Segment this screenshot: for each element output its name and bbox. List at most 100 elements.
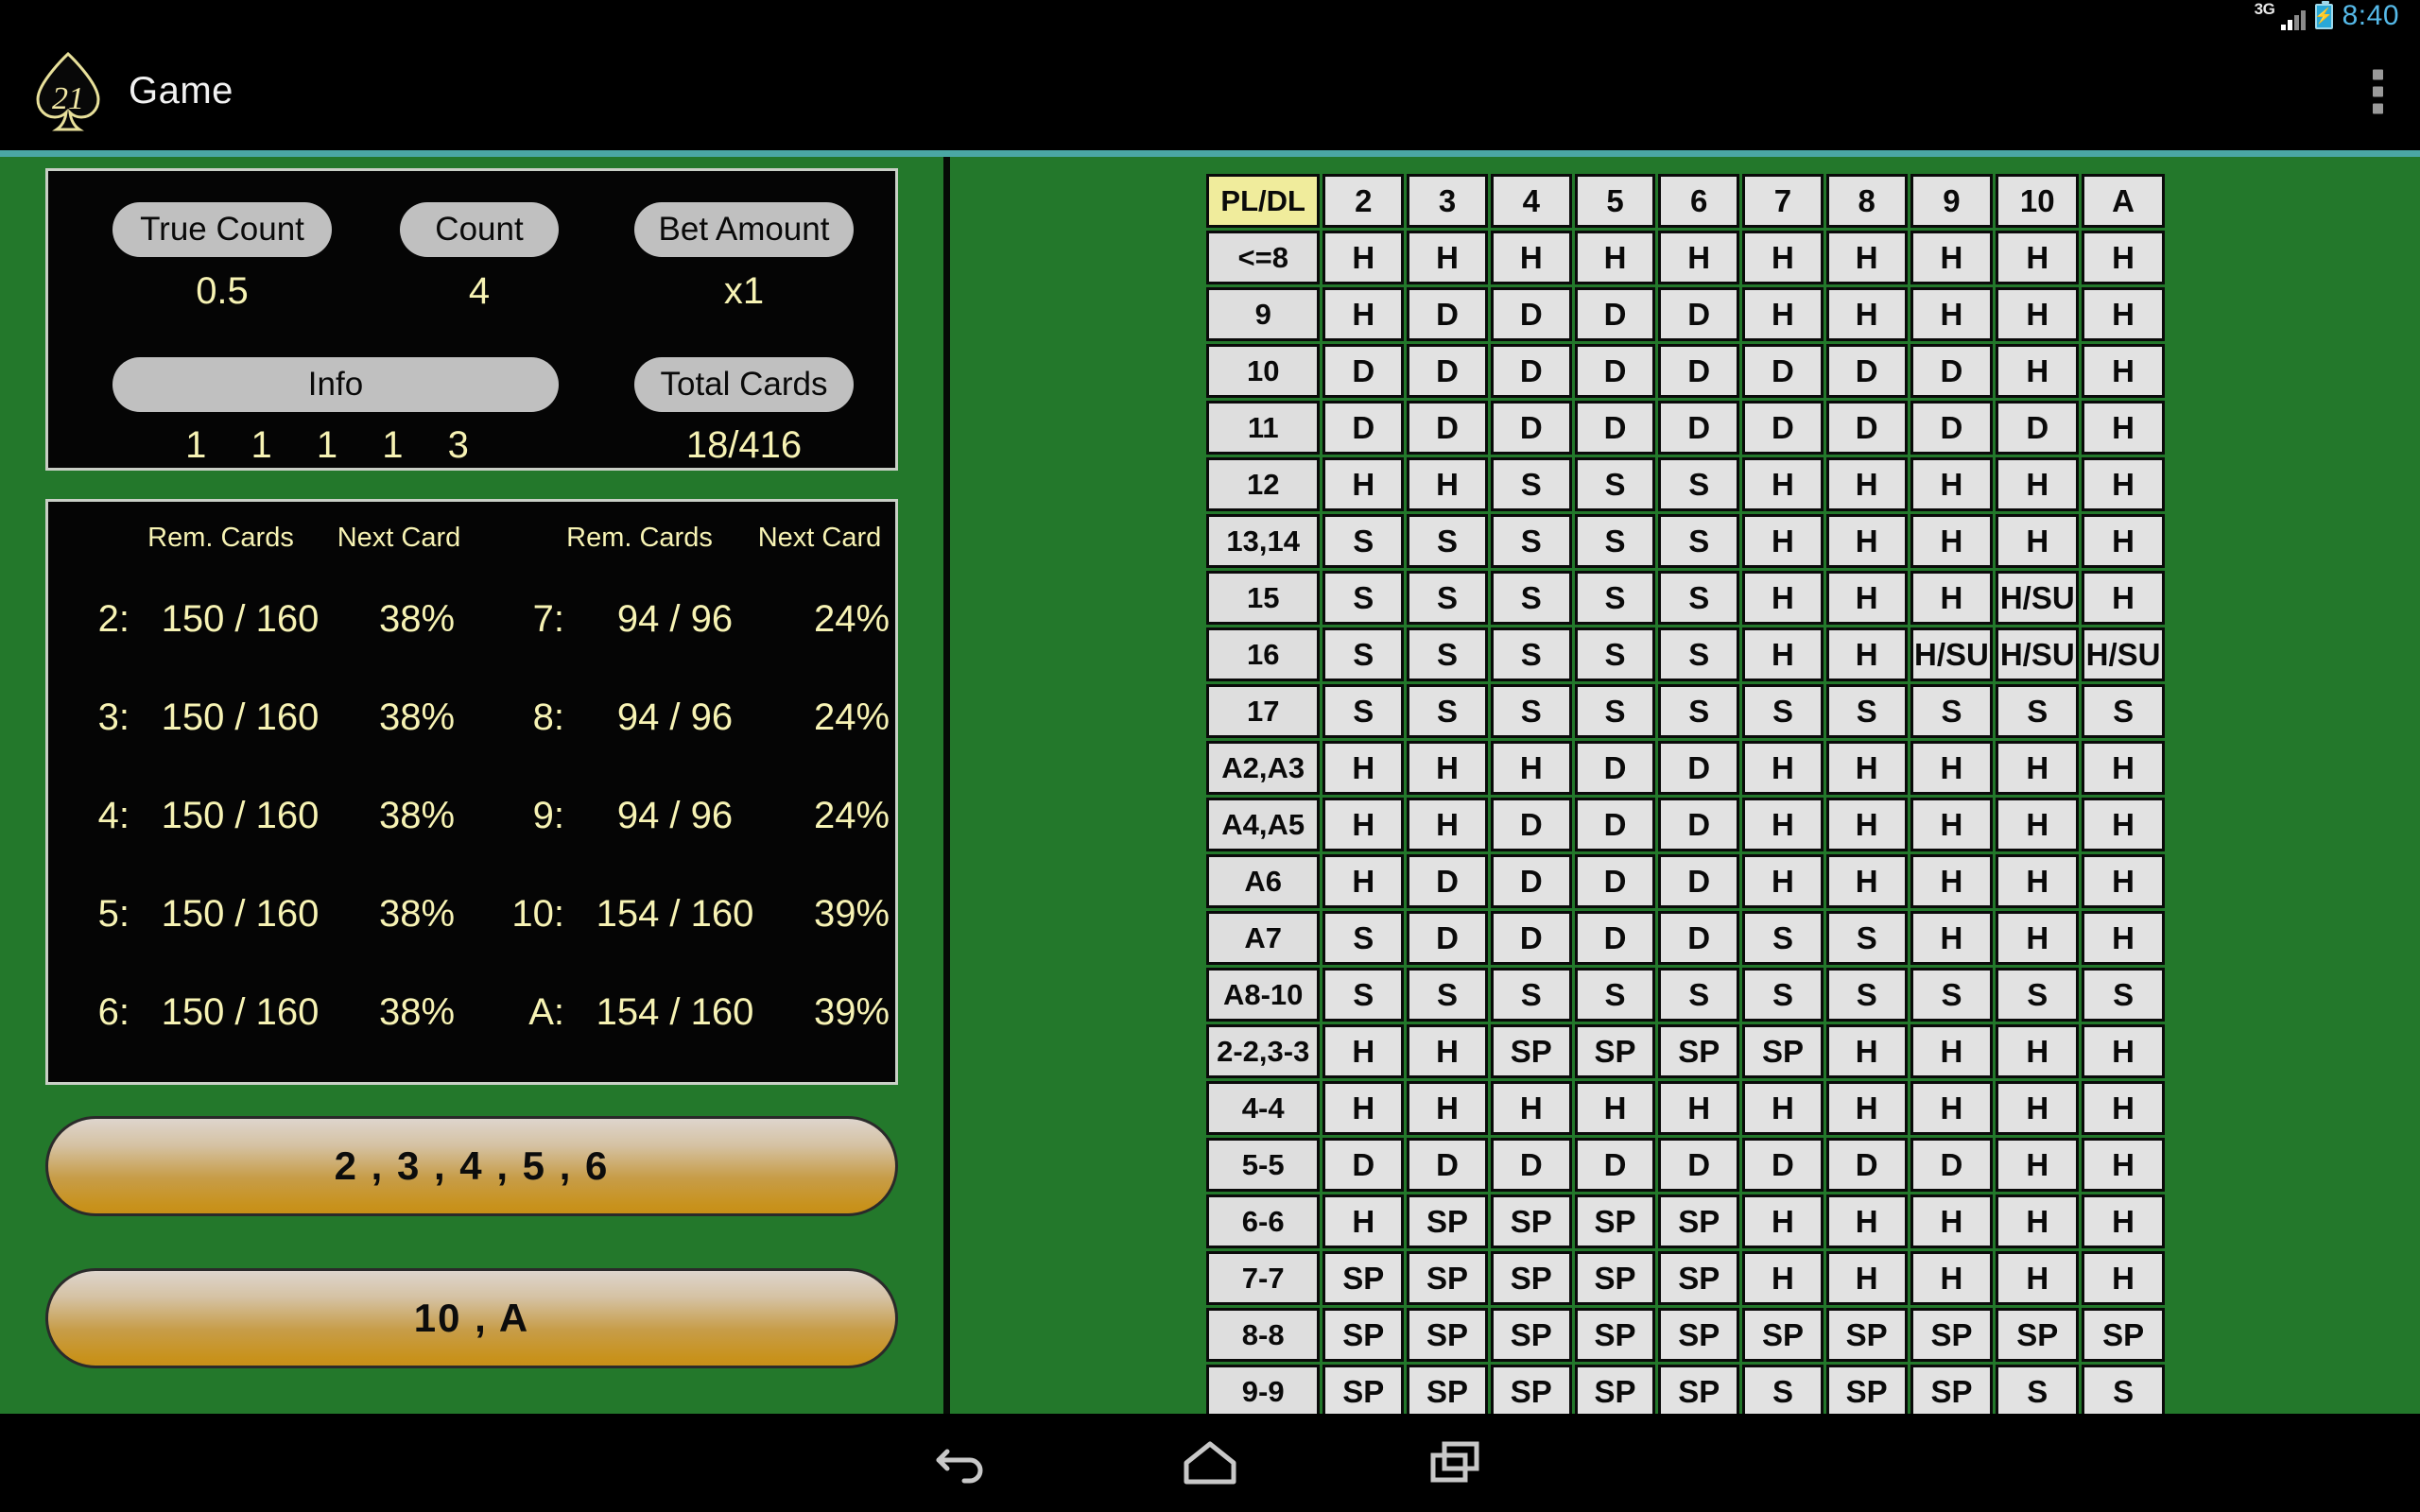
chart-cell: H	[1996, 1194, 2080, 1248]
overflow-menu-icon[interactable]	[2373, 69, 2384, 113]
card-count-row: 5: 150 / 160 38%	[48, 865, 483, 963]
chart-row: 8-8 SP SP SP SP SP SP SP SP SP SP	[1206, 1308, 2165, 1362]
chart-cell: D	[1490, 1138, 1572, 1192]
chart-cell: D	[1574, 401, 1656, 455]
chart-column-header: 9	[1910, 174, 1994, 228]
chart-cell: S	[1996, 968, 2080, 1022]
strategy-chart-container[interactable]: PL/DL 2 3 4 5 6 7 8 9 10 A <=8 H H H H H H H H H H 9 H D D D D H H H H H…	[1203, 171, 2168, 1414]
bet-amount-button[interactable]: Bet Amount	[634, 202, 854, 257]
chart-row: 12 H H S S S H H H H H	[1206, 457, 2165, 511]
chart-cell: S	[1322, 911, 1405, 965]
chart-cell: H	[1742, 457, 1824, 511]
back-arrow-icon[interactable]	[841, 1414, 1087, 1512]
total-cards-button[interactable]: Total Cards	[634, 357, 854, 412]
chart-cell: H	[2082, 798, 2165, 851]
chart-corner-label: PL/DL	[1206, 174, 1321, 228]
chart-cell: D	[1658, 911, 1740, 965]
card-remaining-value: 150 / 160	[161, 892, 320, 935]
true-count-button[interactable]: True Count	[112, 202, 332, 257]
chart-row-header: 9-9	[1206, 1365, 1321, 1414]
chart-cell: H	[1996, 1081, 2080, 1135]
chart-cell: SP	[1322, 1251, 1405, 1305]
chart-cell: D	[1910, 401, 1994, 455]
android-navigation-bar	[0, 1414, 2420, 1512]
chart-cell: SP	[2082, 1308, 2165, 1362]
chart-cell: H	[1407, 1081, 1488, 1135]
chart-row: 4-4 H H H H H H H H H H	[1206, 1081, 2165, 1135]
chart-row: 11 D D D D D D D D D H	[1206, 401, 2165, 455]
recent-apps-icon[interactable]	[1333, 1414, 1579, 1512]
chart-cell: S	[1742, 968, 1824, 1022]
chart-cell: D	[1407, 401, 1488, 455]
count-value: 4	[468, 270, 491, 312]
card-remaining-value: 94 / 96	[616, 597, 734, 640]
chart-cell: SP	[1407, 1365, 1488, 1414]
chart-cell: H	[2082, 911, 2165, 965]
chart-cell: SP	[1574, 1308, 1656, 1362]
strategy-chart-table: PL/DL 2 3 4 5 6 7 8 9 10 A <=8 H H H H H H H H H H 9 H D D D D H H H H H…	[1203, 171, 2168, 1414]
chart-cell: S	[1910, 968, 1994, 1022]
remaining-cards-panel: Rem. Cards Next Card Rem. Cards Next Car…	[45, 499, 898, 1085]
chart-cell: H	[1996, 798, 2080, 851]
chart-row-header: 10	[1206, 344, 1321, 398]
left-panel: True Count Count Bet Amount 0.5 4 x1 Inf…	[0, 157, 943, 1414]
chart-cell: H	[1825, 231, 1908, 284]
chart-cell: H	[2082, 1251, 2165, 1305]
chart-cell: H	[1910, 1081, 1994, 1135]
card-next-percent: 39%	[813, 990, 890, 1033]
card-count-row: 3: 150 / 160 38%	[48, 668, 483, 766]
chart-cell: H	[2082, 1024, 2165, 1078]
chart-cell: SP	[1490, 1308, 1572, 1362]
chart-cell: H	[1825, 627, 1908, 681]
home-icon[interactable]	[1087, 1414, 1333, 1512]
card-group-button-high[interactable]: 10 , A	[45, 1268, 898, 1368]
chart-row: 16 S S S S S H H H/SU H/SU H/SU	[1206, 627, 2165, 681]
card-rank-label: A:	[528, 990, 564, 1033]
count-button[interactable]: Count	[400, 202, 559, 257]
chart-cell: SP	[1742, 1024, 1824, 1078]
chart-cell: H	[1825, 287, 1908, 341]
card-rank-label: 5:	[97, 892, 130, 935]
chart-cell: D	[1490, 401, 1572, 455]
chart-cell: H	[1910, 231, 1994, 284]
chart-cell: D	[1407, 287, 1488, 341]
chart-cell: D	[1574, 911, 1656, 965]
chart-row: 13,14 S S S S S H H H H H	[1206, 514, 2165, 568]
chart-cell: S	[1490, 514, 1572, 568]
chart-cell: S	[1658, 571, 1740, 625]
signal-strength-icon	[2280, 10, 2306, 30]
chart-cell: S	[1490, 684, 1572, 738]
chart-cell: H	[1825, 741, 1908, 795]
chart-row: 9HDDDDHHHHH	[1206, 287, 2165, 341]
chart-cell: H	[1742, 231, 1824, 284]
chart-row-header: 12	[1206, 457, 1321, 511]
info-button[interactable]: Info	[112, 357, 559, 412]
card-rank-label: 2:	[97, 597, 130, 640]
card-remaining-value: 150 / 160	[161, 597, 320, 640]
chart-cell: S	[1742, 684, 1824, 738]
action-bar: 21 Game	[0, 32, 2420, 150]
chart-row: 2-2,3-3 H H SP SP SP SP H H H H	[1206, 1024, 2165, 1078]
spade-21-logo-icon[interactable]: 21	[25, 48, 112, 135]
chart-cell: H	[1910, 571, 1994, 625]
chart-cell: SP	[1574, 1194, 1656, 1248]
chart-cell: SP	[1825, 1308, 1908, 1362]
chart-cell: D	[1910, 1138, 1994, 1192]
chart-cell: H	[1910, 457, 1994, 511]
chart-cell: S	[1658, 968, 1740, 1022]
chart-cell: H	[1322, 287, 1405, 341]
next-card-header-right: Next Card	[757, 523, 882, 553]
chart-cell: H	[1910, 798, 1994, 851]
status-bar-right-group: 3G ⚡ 8:40	[2255, 0, 2399, 30]
chart-cell: D	[1658, 854, 1740, 908]
chart-cell: H	[2082, 741, 2165, 795]
stats-panel: True Count Count Bet Amount 0.5 4 x1 Inf…	[45, 168, 898, 471]
chart-cell: D	[1407, 1138, 1488, 1192]
chart-row-header: A6	[1206, 854, 1321, 908]
chart-cell: D	[1910, 344, 1994, 398]
rem-cards-header-left: Rem. Cards	[147, 523, 294, 553]
chart-cell: D	[1574, 741, 1656, 795]
status-bar: 3G ⚡ 8:40	[0, 0, 2420, 32]
card-group-button-low[interactable]: 2 , 3 , 4 , 5 , 6	[45, 1116, 898, 1216]
chart-cell: H/SU	[1910, 627, 1994, 681]
